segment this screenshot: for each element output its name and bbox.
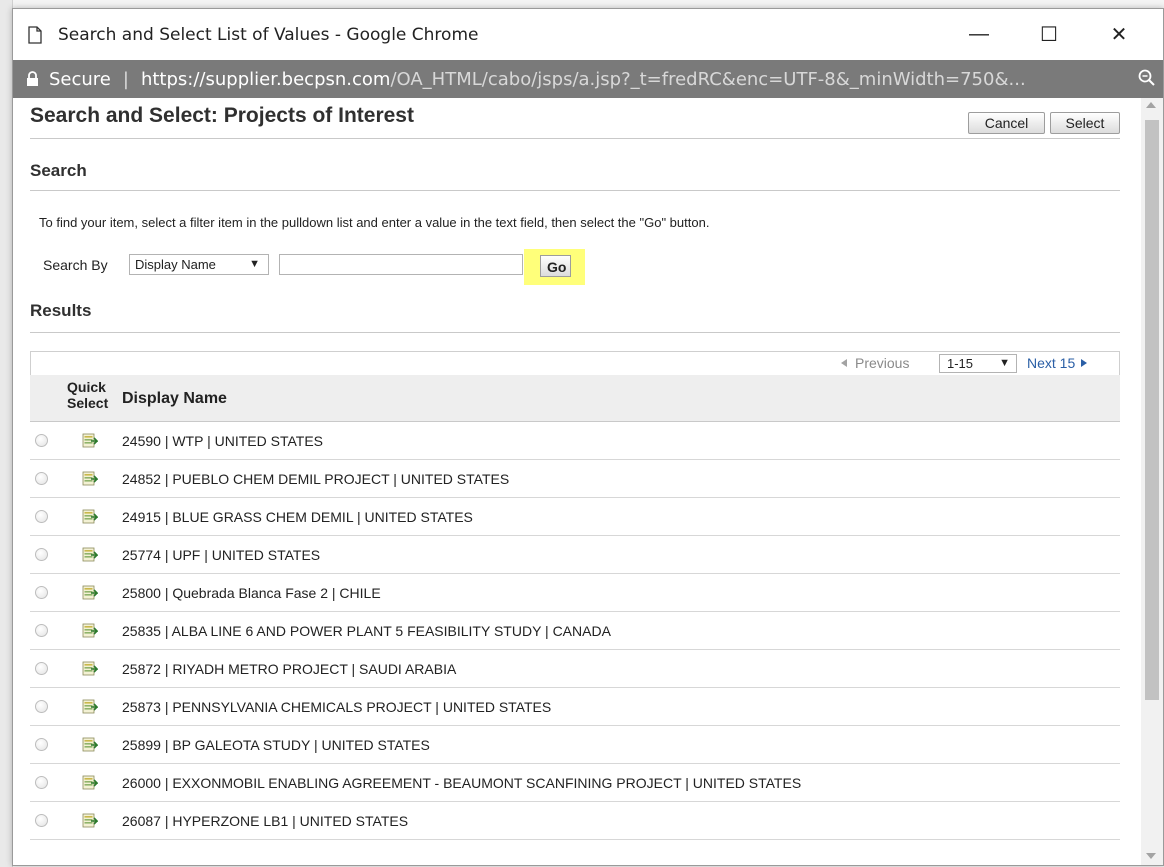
url-path: /OA_HTML/cabo/jsps/a.jsp?_t=fredRC&enc=U… xyxy=(390,68,1026,90)
row-radio[interactable] xyxy=(35,472,48,485)
dropdown-arrow-icon: ▼ xyxy=(249,258,260,270)
row-display-name: 25872 | RIYADH METRO PROJECT | SAUDI ARA… xyxy=(122,661,457,677)
search-by-select[interactable]: Display Name ▼ xyxy=(129,254,269,275)
results-header: Quick Select Display Name xyxy=(30,375,1120,422)
minimize-button[interactable]: — xyxy=(951,9,1007,60)
scroll-down-icon[interactable] xyxy=(1146,853,1156,859)
quick-select-icon[interactable] xyxy=(82,432,99,448)
previous-label: Previous xyxy=(855,355,910,371)
range-select[interactable]: 1-15 ▼ xyxy=(939,354,1017,373)
next-link[interactable]: Next 15 xyxy=(1027,355,1088,371)
secure-label: Secure xyxy=(49,68,111,90)
title-bar: Search and Select List of Values - Googl… xyxy=(13,9,1163,60)
page-title: Search and Select: Projects of Interest xyxy=(30,104,414,127)
quick-select-header: Quick Select xyxy=(67,379,109,411)
previous-link: Previous xyxy=(841,355,909,371)
select-button[interactable]: Select xyxy=(1050,112,1120,134)
row-display-name: 24852 | PUEBLO CHEM DEMIL PROJECT | UNIT… xyxy=(122,471,510,487)
search-divider xyxy=(30,190,1120,191)
row-display-name: 26087 | HYPERZONE LB1 | UNITED STATES xyxy=(122,813,409,829)
search-heading: Search xyxy=(30,161,87,180)
row-radio[interactable] xyxy=(35,624,48,637)
table-row: 24915 | BLUE GRASS CHEM DEMIL | UNITED S… xyxy=(30,498,1120,536)
quick-select-icon[interactable] xyxy=(82,584,99,600)
search-input[interactable] xyxy=(279,254,523,275)
table-row: 25872 | RIYADH METRO PROJECT | SAUDI ARA… xyxy=(30,650,1120,688)
row-radio[interactable] xyxy=(35,434,48,447)
table-row: 24590 | WTP | UNITED STATES xyxy=(30,422,1120,460)
table-row: 25774 | UPF | UNITED STATES xyxy=(30,536,1120,574)
popup-window: Search and Select List of Values - Googl… xyxy=(12,8,1164,866)
results-navigation: Previous 1-15 ▼ Next 15 xyxy=(30,351,1120,375)
table-row: 25899 | BP GALEOTA STUDY | UNITED STATES xyxy=(30,726,1120,764)
quick-select-icon[interactable] xyxy=(82,736,99,752)
scroll-up-icon[interactable] xyxy=(1146,102,1156,108)
range-value: 1-15 xyxy=(947,356,974,371)
table-row: 24852 | PUEBLO CHEM DEMIL PROJECT | UNIT… xyxy=(30,460,1120,498)
vertical-scrollbar[interactable] xyxy=(1141,98,1163,865)
row-radio[interactable] xyxy=(35,776,48,789)
quick-select-icon[interactable] xyxy=(82,470,99,486)
row-radio[interactable] xyxy=(35,510,48,523)
quick-select-icon[interactable] xyxy=(82,812,99,828)
row-radio[interactable] xyxy=(35,814,48,827)
quick-select-icon[interactable] xyxy=(82,546,99,562)
go-highlight: Go xyxy=(524,249,585,285)
quick-select-icon[interactable] xyxy=(82,660,99,676)
lock-icon xyxy=(26,71,39,87)
table-row: 25873 | PENNSYLVANIA CHEMICALS PROJECT |… xyxy=(30,688,1120,726)
search-by-label: Search By xyxy=(43,257,108,273)
search-by-value: Display Name xyxy=(135,257,216,272)
cancel-button[interactable]: Cancel xyxy=(968,112,1045,134)
close-button[interactable]: ✕ xyxy=(1091,9,1147,60)
url-host: https://supplier.becpsn.com xyxy=(140,68,391,90)
row-display-name: 25774 | UPF | UNITED STATES xyxy=(122,547,321,563)
title-divider xyxy=(30,138,1120,139)
next-label: Next 15 xyxy=(1027,355,1076,371)
row-radio[interactable] xyxy=(35,738,48,751)
window-title: Search and Select List of Values - Googl… xyxy=(58,24,479,45)
row-display-name: 25800 | Quebrada Blanca Fase 2 | CHILE xyxy=(122,585,381,601)
page-content: Search and Select: Projects of Interest … xyxy=(13,98,1163,865)
display-name-header: Display Name xyxy=(122,390,227,407)
results-divider xyxy=(30,332,1120,333)
row-display-name: 25873 | PENNSYLVANIA CHEMICALS PROJECT |… xyxy=(122,699,552,715)
row-display-name: 25835 | ALBA LINE 6 AND POWER PLANT 5 FE… xyxy=(122,623,611,639)
row-radio[interactable] xyxy=(35,700,48,713)
row-display-name: 24915 | BLUE GRASS CHEM DEMIL | UNITED S… xyxy=(122,509,473,525)
quick-select-icon[interactable] xyxy=(82,622,99,638)
row-display-name: 24590 | WTP | UNITED STATES xyxy=(122,433,323,449)
address-bar[interactable]: Secure | https://supplier.becpsn.com/OA_… xyxy=(13,60,1163,98)
maximize-button[interactable]: ☐ xyxy=(1021,9,1077,60)
search-instructions: To find your item, select a filter item … xyxy=(39,215,710,230)
quick-select-icon[interactable] xyxy=(82,508,99,524)
previous-arrow-icon xyxy=(841,359,847,367)
page-icon xyxy=(28,25,42,44)
address-separator: | xyxy=(122,68,129,90)
table-row: 26000 | EXXONMOBIL ENABLING AGREEMENT - … xyxy=(30,764,1120,802)
results-heading: Results xyxy=(30,301,92,320)
row-display-name: 26000 | EXXONMOBIL ENABLING AGREEMENT - … xyxy=(122,775,802,791)
next-arrow-icon xyxy=(1081,359,1088,367)
table-row: 25835 | ALBA LINE 6 AND POWER PLANT 5 FE… xyxy=(30,612,1120,650)
table-row: 25800 | Quebrada Blanca Fase 2 | CHILE xyxy=(30,574,1120,612)
row-display-name: 25899 | BP GALEOTA STUDY | UNITED STATES xyxy=(122,737,430,753)
quick-select-icon[interactable] xyxy=(82,774,99,790)
go-button[interactable]: Go xyxy=(540,255,571,277)
results-table: 24590 | WTP | UNITED STATES 24852 | PUEB… xyxy=(30,422,1120,840)
range-arrow-icon: ▼ xyxy=(999,357,1010,369)
row-radio[interactable] xyxy=(35,586,48,599)
scroll-thumb[interactable] xyxy=(1145,120,1159,700)
quick-select-icon[interactable] xyxy=(82,698,99,714)
zoom-icon[interactable] xyxy=(1137,68,1157,88)
row-radio[interactable] xyxy=(35,548,48,561)
row-radio[interactable] xyxy=(35,662,48,675)
table-row: 26087 | HYPERZONE LB1 | UNITED STATES xyxy=(30,802,1120,840)
